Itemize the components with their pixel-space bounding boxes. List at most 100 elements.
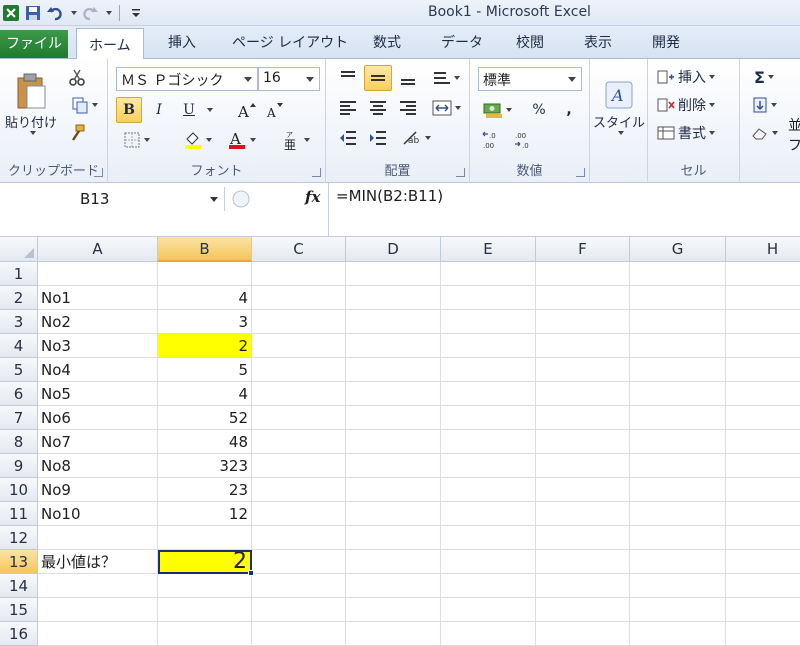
cell-e3[interactable] [441,310,536,334]
cell-a15[interactable] [38,598,158,622]
cell-c1[interactable] [252,262,346,286]
cell-e7[interactable] [441,406,536,430]
cell-f10[interactable] [536,478,630,502]
row-header-9[interactable]: 9 [0,454,38,478]
cell-a5[interactable]: No4 [38,358,158,382]
font-color-button[interactable]: A [220,127,262,153]
cell-c4[interactable] [252,334,346,358]
fill-color-button[interactable] [176,127,218,153]
font-name-dropdown-icon[interactable] [244,77,252,82]
fill-button[interactable] [746,93,782,117]
cell-f1[interactable] [536,262,630,286]
phonetic-guide-dropdown-icon[interactable] [303,138,310,142]
underline-button[interactable]: U [176,97,202,123]
paste-dropdown-icon[interactable] [29,130,36,135]
format-painter-button[interactable] [64,121,90,145]
percent-button[interactable]: % [526,97,552,123]
number-format-combo[interactable]: 標準 [478,67,582,91]
cell-c14[interactable] [252,574,346,598]
orientation-button[interactable] [426,65,466,91]
cell-a16[interactable] [38,622,158,646]
font-dialog-launcher-icon[interactable] [312,168,321,177]
cell-d4[interactable] [346,334,441,358]
cell-b9[interactable]: 323 [158,454,252,478]
cell-h9[interactable] [726,454,800,478]
undo-icon[interactable] [46,4,64,22]
cell-h12[interactable] [726,526,800,550]
paste-button[interactable]: 貼り付け [2,63,60,143]
cell-g6[interactable] [630,382,726,406]
cell-g13[interactable] [630,550,726,574]
font-color-dropdown-icon[interactable] [249,138,256,142]
cell-d13[interactable] [346,550,441,574]
tab-page-layout[interactable]: ページ レイアウト [232,32,348,54]
cell-g15[interactable] [630,598,726,622]
row-header-6[interactable]: 6 [0,382,38,406]
cell-e5[interactable] [441,358,536,382]
select-all-corner[interactable] [0,237,38,262]
cell-f8[interactable] [536,430,630,454]
insert-function-button[interactable]: fx [305,188,320,206]
number-dialog-launcher-icon[interactable] [576,168,585,177]
delete-cells-button[interactable]: 削除 [656,93,736,117]
number-format-dropdown-icon[interactable] [568,77,576,82]
cell-f12[interactable] [536,526,630,550]
cell-c15[interactable] [252,598,346,622]
cell-e12[interactable] [441,526,536,550]
fill-dropdown-icon[interactable] [770,103,777,107]
cell-h13[interactable] [726,550,800,574]
cell-a4[interactable]: No3 [38,334,158,358]
row-header-2[interactable]: 2 [0,286,38,310]
cell-b10[interactable]: 23 [158,478,252,502]
cell-c5[interactable] [252,358,346,382]
cell-b11[interactable]: 12 [158,502,252,526]
cell-g5[interactable] [630,358,726,382]
cell-c2[interactable] [252,286,346,310]
cell-f4[interactable] [536,334,630,358]
merge-center-dropdown-icon[interactable] [454,106,461,110]
styles-dropdown-icon[interactable] [617,130,624,135]
cell-c9[interactable] [252,454,346,478]
cell-e16[interactable] [441,622,536,646]
cell-d6[interactable] [346,382,441,406]
name-box[interactable]: B13 [0,187,225,211]
tab-data[interactable]: データ [441,32,483,54]
align-bottom-button[interactable] [394,65,422,91]
cell-d9[interactable] [346,454,441,478]
cell-e8[interactable] [441,430,536,454]
cell-h16[interactable] [726,622,800,646]
align-left-button[interactable] [334,95,362,121]
undo-dropdown-icon[interactable] [71,11,77,15]
cell-b2[interactable]: 4 [158,286,252,310]
cell-f5[interactable] [536,358,630,382]
cell-e10[interactable] [441,478,536,502]
tab-view[interactable]: 表示 [584,32,612,54]
clear-button[interactable] [746,121,782,145]
cell-c7[interactable] [252,406,346,430]
cell-g8[interactable] [630,430,726,454]
cell-d10[interactable] [346,478,441,502]
shrink-font-button[interactable]: A [262,97,288,123]
copy-button[interactable] [64,93,104,117]
row-header-8[interactable]: 8 [0,430,38,454]
cell-a1[interactable] [38,262,158,286]
currency-dropdown-icon[interactable] [505,108,512,112]
row-header-7[interactable]: 7 [0,406,38,430]
phonetic-guide-button[interactable]: ア 亜 [274,127,316,153]
cell-c8[interactable] [252,430,346,454]
column-header-g[interactable]: G [630,237,726,262]
cell-c6[interactable] [252,382,346,406]
decrease-decimal-button[interactable]: .00.0 [510,127,540,153]
row-header-3[interactable]: 3 [0,310,38,334]
tab-review[interactable]: 校閲 [516,32,544,54]
tab-insert[interactable]: 挿入 [168,32,196,54]
column-header-f[interactable]: F [536,237,630,262]
row-header-10[interactable]: 10 [0,478,38,502]
cell-d1[interactable] [346,262,441,286]
cell-g10[interactable] [630,478,726,502]
cell-h5[interactable] [726,358,800,382]
find-select-partial-label[interactable]: フ [788,135,800,155]
formula-bar-resize-handle-icon[interactable] [230,189,252,209]
merge-center-button[interactable] [426,95,466,121]
cell-a7[interactable]: No6 [38,406,158,430]
